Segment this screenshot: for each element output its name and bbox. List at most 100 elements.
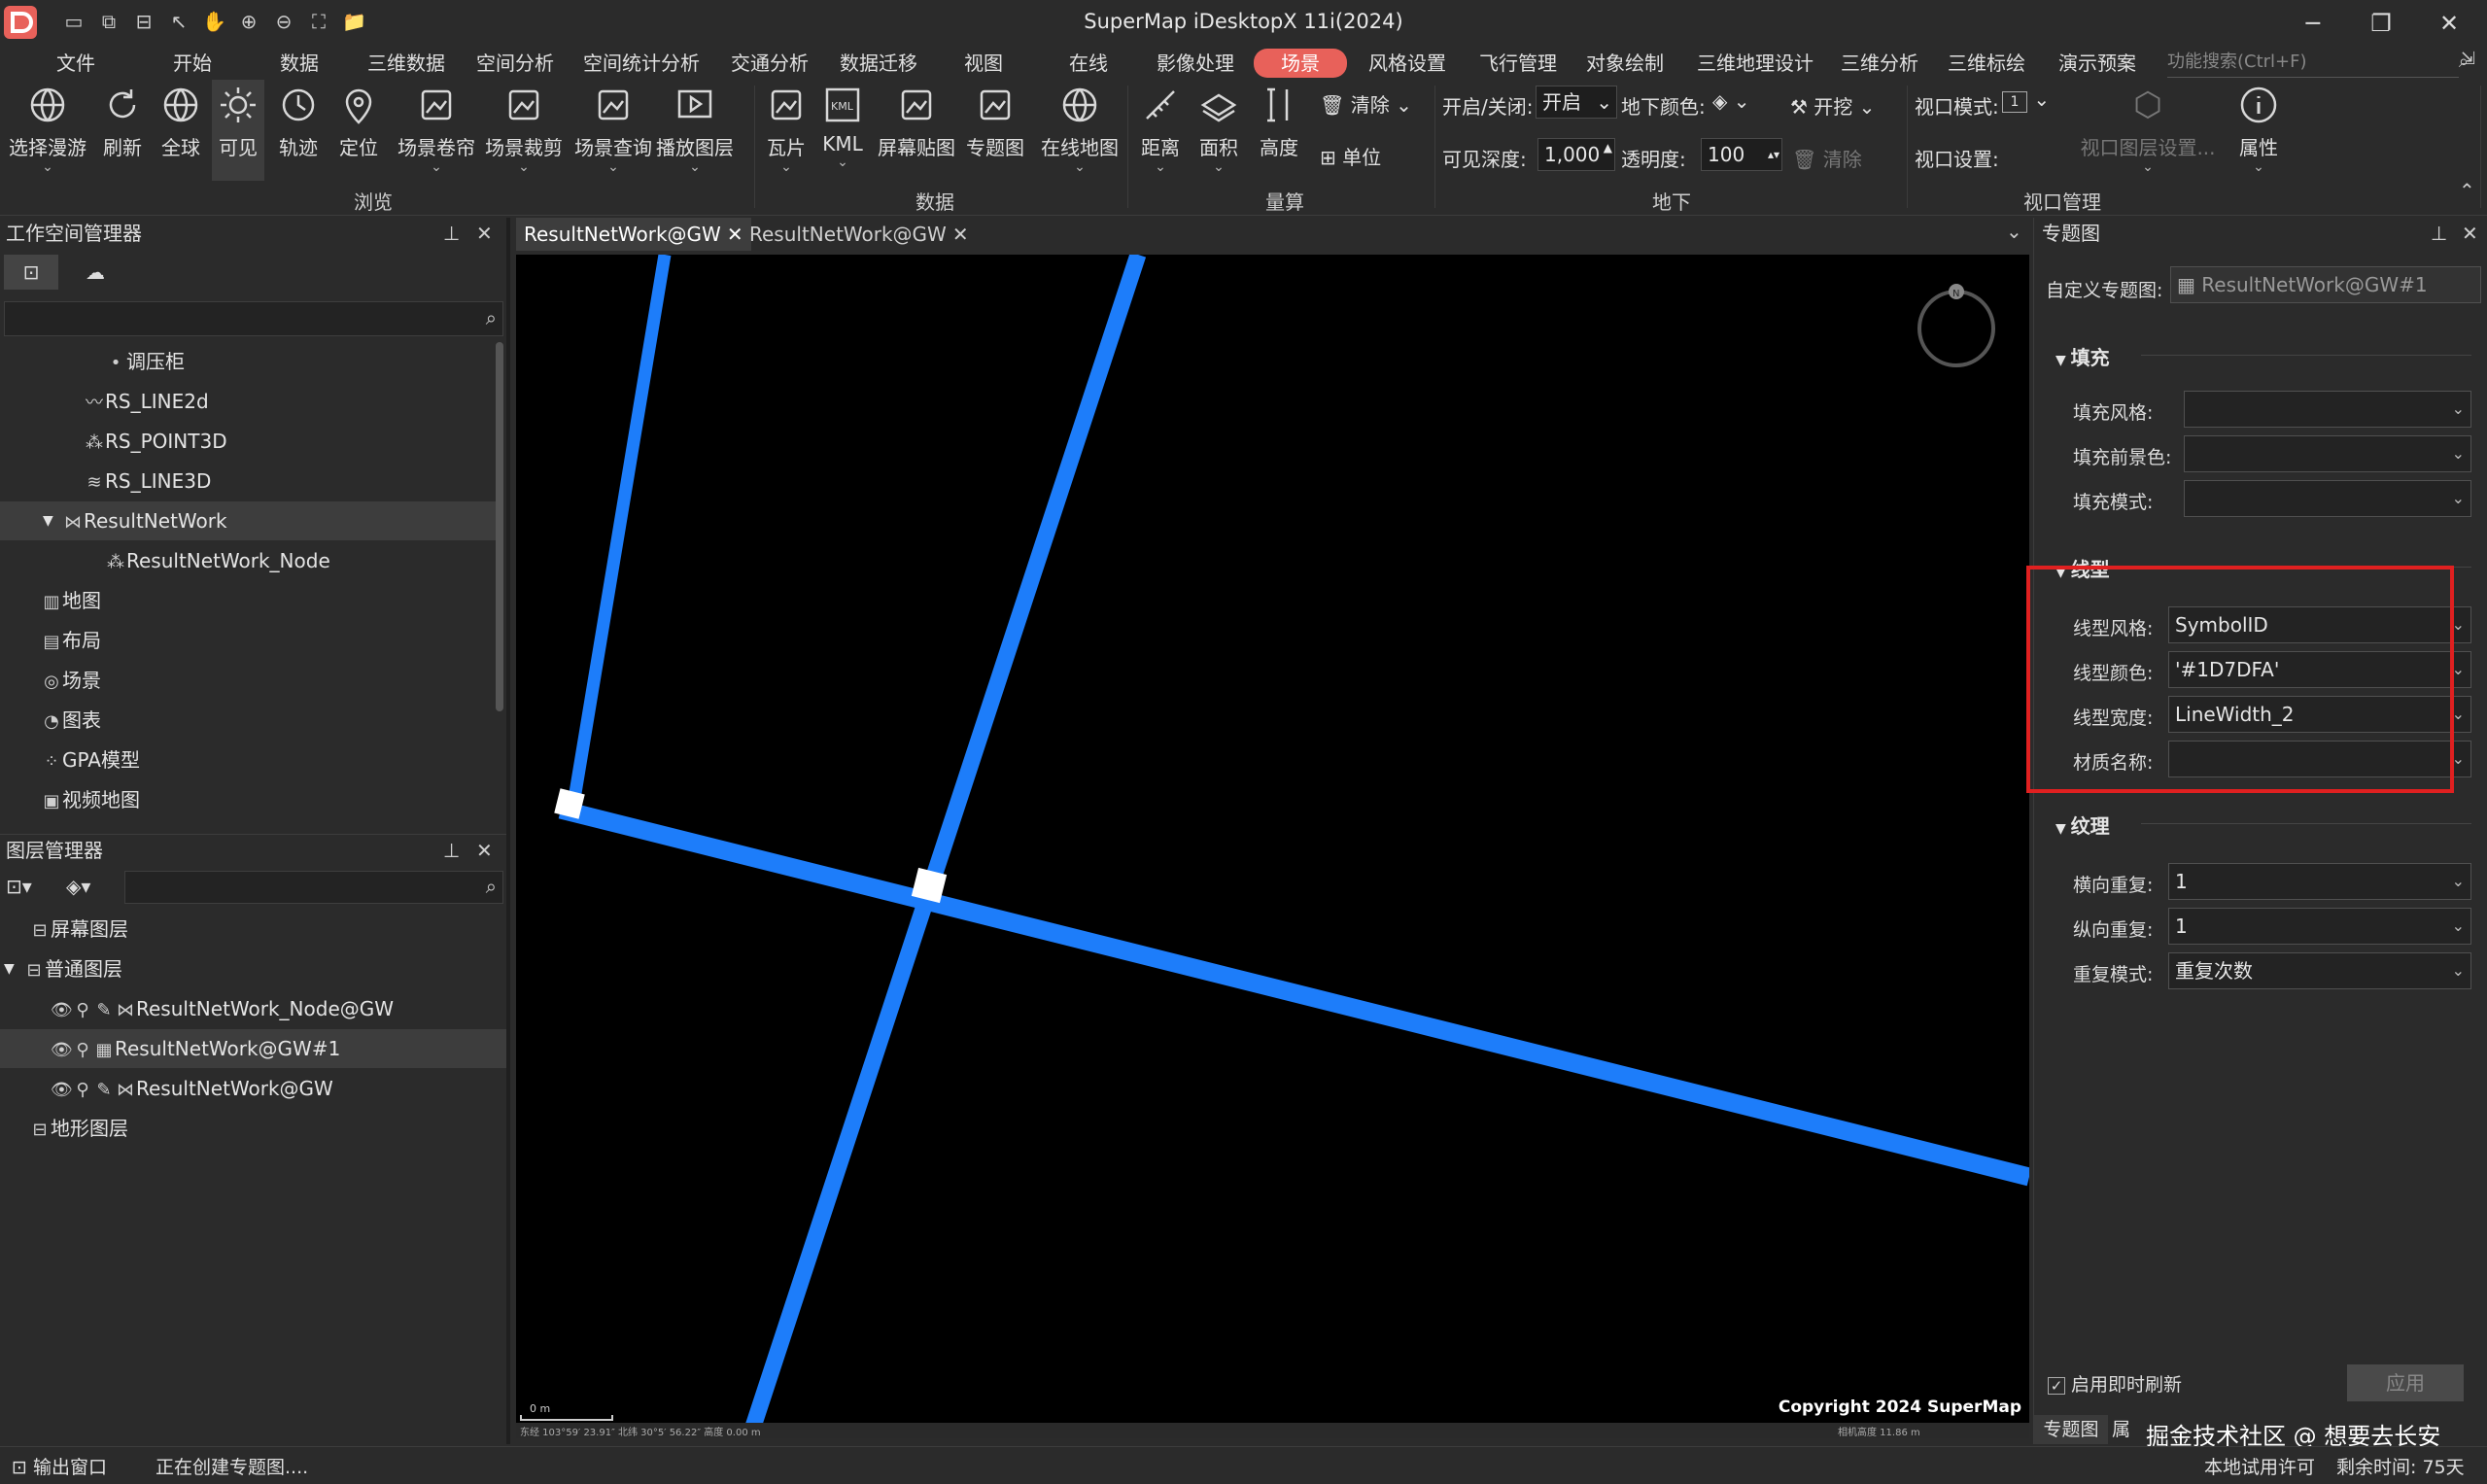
layer-item[interactable]: 👁 ⚲ ✎ ⋈ ResultNetWork_Node@GW [0,989,506,1028]
chevron-down-icon[interactable]: ⌄ [2452,953,2465,988]
properties-button[interactable]: 属性 ⌄ [2231,80,2286,181]
menu-12[interactable]: 风格设置 [1368,49,1446,78]
pipe-segment[interactable] [569,255,672,795]
chevron-down-icon[interactable]: ⌄ [395,160,478,174]
workspace-item[interactable]: 〰 RS_LINE2d [0,382,496,421]
chevron-down-icon[interactable]: ⌄ [2231,160,2286,174]
ground-color-picker-icon[interactable]: ◈ ⌄ [1712,89,1750,113]
excavate-button[interactable]: ⚒ 开挖 ⌄ [1790,91,1875,120]
field-combo[interactable]: ⌄ [2184,391,2471,428]
selectable-icon[interactable]: ⚲ [72,1031,93,1070]
document-tab[interactable]: ResultNetWork@GW ✕ [742,218,977,251]
selectable-icon[interactable]: ⚲ [72,1071,93,1110]
chevron-down-icon[interactable]: ⌄ [1852,95,1876,119]
underground-toggle-select[interactable]: 开启 ⌄ [1536,86,1617,119]
ribbon-button-ribbon-measure-0[interactable]: 距离 ⌄ [1135,80,1186,181]
menu-14[interactable]: 对象绘制 [1586,49,1664,78]
chevron-down-icon[interactable]: ⌄ [1596,86,1612,118]
menu-9[interactable]: 在线 [1069,49,1108,78]
menu-13[interactable]: 飞行管理 [1479,49,1557,78]
chevron-down-icon[interactable]: ⌄ [2452,909,2465,944]
document-tab[interactable]: ResultNetWork@GW ✕ [516,218,751,251]
online-tab-icon[interactable]: ☁ [68,255,122,290]
workspace-item[interactable]: ▼ ⋈ ResultNetWork [0,501,496,540]
chevron-down-icon[interactable]: ⌄ [653,160,737,174]
layer-item[interactable]: ▼ ⊟ 普通图层 [0,949,506,988]
output-window-button[interactable]: ⊡ 输出窗口 [12,1453,107,1479]
field-combo[interactable]: ⌄ [2184,480,2471,517]
search-icon[interactable]: ⌕ [486,306,497,329]
layer-item[interactable]: ⊟ 地形图层 [0,1109,506,1148]
ribbon-button-ribbon-data-0[interactable]: 瓦片 ⌄ [762,80,811,181]
visible-eye-icon[interactable]: 👁 [51,1031,73,1070]
section-header[interactable]: ▼ 纹理 [2055,811,2110,839]
menu-0[interactable]: 文件 [56,49,95,78]
menu-2[interactable]: 数据 [280,49,319,78]
chevron-down-icon[interactable]: ⌄ [762,160,811,174]
section-header[interactable]: ▼ 填充 [2055,342,2110,370]
ribbon-button-ribbon-browse-2[interactable]: 全球 [155,80,206,181]
workspace-search-input[interactable]: ⌕ [4,301,503,336]
spinner-icon[interactable]: ▲ [1604,141,1612,155]
expand-triangle-icon[interactable]: ▼ [43,501,53,540]
ribbon-button-ribbon-measure-1[interactable]: 面积 ⌄ [1193,80,1244,181]
chevron-down-icon[interactable]: ⌄ [2452,481,2465,516]
menu-10[interactable]: 影像处理 [1157,49,1234,78]
visible-eye-icon[interactable]: 👁 [51,1071,73,1110]
layer-item[interactable]: 👁 ⚲ ▦ ResultNetWork@GW#1 [0,1029,506,1068]
menu-7[interactable]: 数据迁移 [840,49,917,78]
ribbon-button-ribbon-browse-8[interactable]: 场景查询 ⌄ [571,80,655,181]
chevron-down-icon[interactable]: ⌄ [2452,436,2465,471]
chevron-down-icon[interactable]: ⌄ [2452,392,2465,427]
ribbon-button-ribbon-browse-5[interactable]: 定位 [332,80,385,181]
workspace-scrollbar[interactable] [496,342,503,711]
measure-clear-button[interactable]: 🗑 清除 ⌄ [1320,89,1412,118]
menu-5[interactable]: 空间统计分析 [583,49,700,78]
workspace-item[interactable]: ▣ 视频地图 [0,780,496,819]
workspace-item[interactable]: ⁂ RS_POINT3D [0,422,496,461]
minimize-icon[interactable]: ─ [2294,6,2332,41]
compass-icon[interactable]: N [1917,284,1995,367]
chevron-down-icon[interactable]: ⌄ [1193,160,1244,174]
instant-refresh-checkbox[interactable]: ✓ 启用即时刷新 [2048,1370,2182,1397]
ribbon-button-ribbon-browse-9[interactable]: 播放图层 ⌄ [653,80,737,181]
chevron-down-icon[interactable]: ⌄ [482,160,566,174]
editable-icon[interactable]: ✎ [93,991,115,1030]
expand-ribbon-icon[interactable]: ⇲ [2461,49,2475,69]
ribbon-button-ribbon-browse-6[interactable]: 场景卷帘 ⌄ [395,80,478,181]
collapse-triangle-icon[interactable]: ▼ [2055,353,2071,368]
chevron-down-icon[interactable]: ⌄ [2452,864,2465,899]
menu-11[interactable]: 场景 [1254,49,1347,78]
ribbon-button-ribbon-data-4[interactable]: 在线地图 ⌄ [1038,80,1122,181]
pipe-segment[interactable] [558,800,2029,1187]
menu-18[interactable]: 演示预案 [2058,49,2136,78]
ribbon-button-ribbon-data-3[interactable]: 专题图 [964,80,1026,181]
chevron-down-icon[interactable]: ⌄ [2027,87,2050,111]
layer-item[interactable]: 👁 ⚲ ✎ ⋈ ResultNetWork@GW [0,1069,506,1108]
menu-8[interactable]: 视图 [964,49,1003,78]
chevron-down-icon[interactable]: ⌄ [2078,160,2218,174]
chevron-down-icon[interactable]: ⌄ [1135,160,1186,174]
workspace-item[interactable]: ◎ 场景 [0,661,496,700]
tab-properties[interactable]: 属 [2112,1415,2135,1444]
collapse-ribbon-icon[interactable]: ⌃ [2459,179,2475,202]
underground-clear-button[interactable]: 🗑 清除 [1792,144,1862,172]
selectable-icon[interactable]: ⚲ [72,991,93,1030]
menu-17[interactable]: 三维标绘 [1948,49,2025,78]
expand-triangle-icon[interactable]: ▼ [4,949,15,988]
chevron-down-icon[interactable]: ⌄ [1038,160,1122,174]
menu-4[interactable]: 空间分析 [476,49,554,78]
apply-button[interactable]: 应用 [2347,1364,2464,1401]
workspace-item[interactable]: ≋ RS_LINE3D [0,462,496,500]
measure-unit-button[interactable]: ⊞ 单位 [1320,142,1381,170]
ribbon-button-ribbon-browse-3[interactable]: 可见 [212,80,264,181]
pin-icon[interactable]: ⊥ [443,835,460,866]
field-combo[interactable]: ⌄ [2184,435,2471,472]
panel-close-icon[interactable]: ✕ [476,218,493,249]
workspace-tab-icon[interactable]: ⊡ [4,255,58,290]
editable-icon[interactable]: ✎ [93,1071,115,1110]
field-combo[interactable]: 1 ⌄ [2168,908,2471,945]
pipe-segment[interactable] [741,255,1147,1438]
visible-eye-icon[interactable]: 👁 [51,991,73,1030]
checkbox-checked-icon[interactable]: ✓ [2048,1377,2065,1395]
